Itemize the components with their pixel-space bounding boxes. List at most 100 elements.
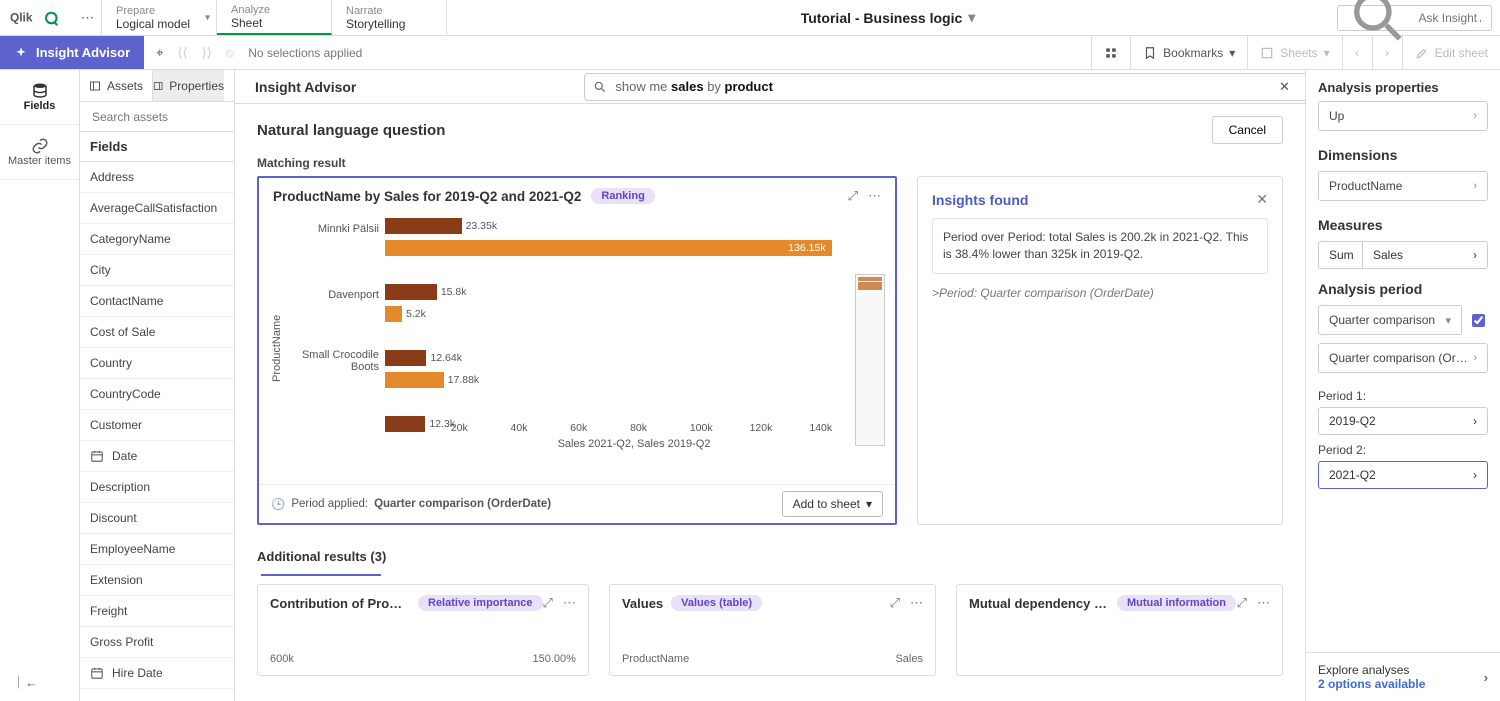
rail-fields[interactable]: Fields (0, 70, 79, 125)
tab-narrate[interactable]: Narrate Storytelling (332, 0, 447, 35)
tab-analyze[interactable]: Analyze Sheet (217, 0, 332, 35)
explore-analyses-button[interactable]: Explore analyses 2 options available › (1306, 652, 1500, 701)
mini-card: Mutual dependency bet…Mutual information… (956, 584, 1283, 676)
mini-title: Values (622, 596, 663, 611)
chart-yaxis-label: ProductName (269, 218, 285, 478)
field-row[interactable]: Date (80, 441, 234, 472)
collapse-rail-icon[interactable]: ｜← (0, 661, 79, 701)
period-comparison-chip[interactable]: Quarter comparison (OrderD…› (1318, 343, 1488, 373)
tab-sup: Analyze (231, 4, 317, 16)
app-menu-icon[interactable]: ⋯ (74, 0, 102, 35)
more-icon[interactable]: ⋯ (563, 595, 576, 611)
period-applied-label: Period applied: (291, 498, 368, 510)
period-type-select[interactable]: Quarter comparison▾ (1318, 305, 1462, 335)
properties-button[interactable]: Properties (152, 70, 224, 101)
clear-selections-icon[interactable]: ⦸ (226, 45, 234, 61)
field-row[interactable]: City (80, 255, 234, 286)
global-search-input[interactable] (1416, 10, 1483, 26)
field-row[interactable]: Address (80, 162, 234, 193)
chevron-down-icon: ▾ (968, 9, 975, 26)
close-icon[interactable]: ✕ (1256, 191, 1268, 208)
field-row[interactable]: Country (80, 348, 234, 379)
fullscreen-icon[interactable]: ⤢ (543, 595, 553, 611)
field-row[interactable]: Discount (80, 503, 234, 534)
analysis-properties-header: Analysis properties (1306, 70, 1500, 101)
measure-value: Sales (1373, 248, 1403, 262)
more-icon[interactable]: ⋯ (1257, 595, 1270, 611)
sparkle-icon (14, 46, 28, 60)
add-to-sheet-label: Add to sheet (793, 497, 860, 511)
fullscreen-icon[interactable]: ⤢ (848, 188, 858, 204)
chart-minimap[interactable] (855, 274, 885, 446)
field-row[interactable]: CategoryName (80, 224, 234, 255)
panel-icon (153, 80, 163, 92)
insight-search[interactable]: show me sales by product ✕ ➔ (584, 73, 1305, 101)
insight-advisor-title: Insight Advisor (255, 79, 356, 95)
chevron-right-icon: › (1484, 670, 1488, 685)
next-sheet-button[interactable]: › (1372, 36, 1402, 69)
underline (261, 574, 381, 576)
field-row[interactable]: Extension (80, 565, 234, 596)
tab-sup: Prepare (116, 5, 202, 17)
chevron-right-icon: › (1473, 110, 1477, 122)
field-row[interactable]: Gross Profit (80, 627, 234, 658)
fullscreen-icon[interactable]: ⤢ (890, 595, 900, 611)
sheets-label: Sheets (1280, 46, 1317, 60)
bookmarks-button[interactable]: Bookmarks ▾ (1130, 36, 1247, 69)
edit-sheet-button[interactable]: Edit sheet (1402, 36, 1500, 69)
more-icon[interactable]: ⋯ (868, 188, 881, 204)
period-enabled-checkbox[interactable] (1472, 314, 1485, 327)
properties-label: Properties (169, 79, 224, 93)
assets-button[interactable]: Assets (80, 70, 152, 101)
app-title[interactable]: Tutorial - Business logic ▾ (447, 0, 1329, 35)
sort-direction-chip[interactable]: Up› (1318, 101, 1488, 131)
field-row[interactable]: Cost of Sale (80, 317, 234, 348)
field-row[interactable]: EmployeeName (80, 534, 234, 565)
tab-prepare[interactable]: Prepare Logical model ▾ (102, 0, 217, 35)
period2-select[interactable]: 2021-Q2› (1318, 461, 1488, 489)
field-row[interactable]: ContactName (80, 286, 234, 317)
selections-tool-icon[interactable] (1091, 36, 1130, 69)
selection-tools: ⌖ ⟨⟨ ⟩⟩ ⦸ No selections applied (144, 36, 374, 69)
field-row[interactable]: Customer (80, 410, 234, 441)
fullscreen-icon[interactable]: ⤢ (1237, 595, 1247, 611)
insight-search-text[interactable]: show me sales by product (615, 79, 1266, 94)
mini-title: Contribution of Product… (270, 596, 410, 611)
cancel-button[interactable]: Cancel (1212, 116, 1283, 144)
insight-advisor-button[interactable]: Insight Advisor (0, 36, 144, 69)
sheets-button[interactable]: Sheets ▾ (1247, 36, 1341, 69)
step-fwd-icon[interactable]: ⟩⟩ (202, 45, 212, 61)
field-row[interactable]: Freight (80, 596, 234, 627)
fields-header: Fields (80, 132, 234, 162)
fields-list[interactable]: AddressAverageCallSatisfactionCategoryNa… (80, 162, 234, 701)
field-row[interactable]: Description (80, 472, 234, 503)
clear-search-icon[interactable]: ✕ (1274, 77, 1294, 97)
additional-results-label: Additional results (3) (235, 543, 1305, 570)
rail-fields-label: Fields (24, 100, 56, 112)
chevron-right-icon: › (1473, 352, 1477, 364)
measure-agg[interactable]: Sum (1319, 242, 1363, 268)
search-assets-input[interactable] (90, 102, 224, 131)
period1-select[interactable]: 2019-Q2› (1318, 407, 1488, 435)
dimension-chip[interactable]: ProductName› (1318, 171, 1488, 201)
rail-master-label: Master items (8, 155, 71, 167)
field-row[interactable]: AverageCallSatisfaction (80, 193, 234, 224)
chart-plot-area[interactable]: Minnki Pälsii23.35k136.15kDavenport15.8k… (285, 218, 877, 478)
chevron-right-icon: › (1473, 180, 1477, 192)
field-row[interactable]: CountryCode (80, 379, 234, 410)
calendar-icon (90, 666, 104, 680)
rail-master-items[interactable]: Master items (0, 125, 79, 180)
search-assets[interactable] (80, 102, 234, 132)
field-row[interactable]: Hire Date (80, 658, 234, 689)
measure-chip[interactable]: Sum Sales› (1318, 241, 1488, 269)
insights-card: Insights found ✕ Period over Period: tot… (917, 176, 1283, 525)
prev-sheet-button[interactable]: ‹ (1342, 36, 1372, 69)
calendar-icon (90, 449, 104, 463)
more-icon[interactable]: ⋯ (910, 595, 923, 611)
qlik-logo[interactable]: Qlik (0, 0, 74, 35)
global-search[interactable] (1337, 5, 1492, 31)
tab-main: Sheet (231, 16, 317, 30)
step-back-icon[interactable]: ⟨⟨ (177, 45, 187, 61)
add-to-sheet-button[interactable]: Add to sheet ▾ (782, 491, 883, 517)
smart-search-icon[interactable]: ⌖ (156, 45, 163, 61)
